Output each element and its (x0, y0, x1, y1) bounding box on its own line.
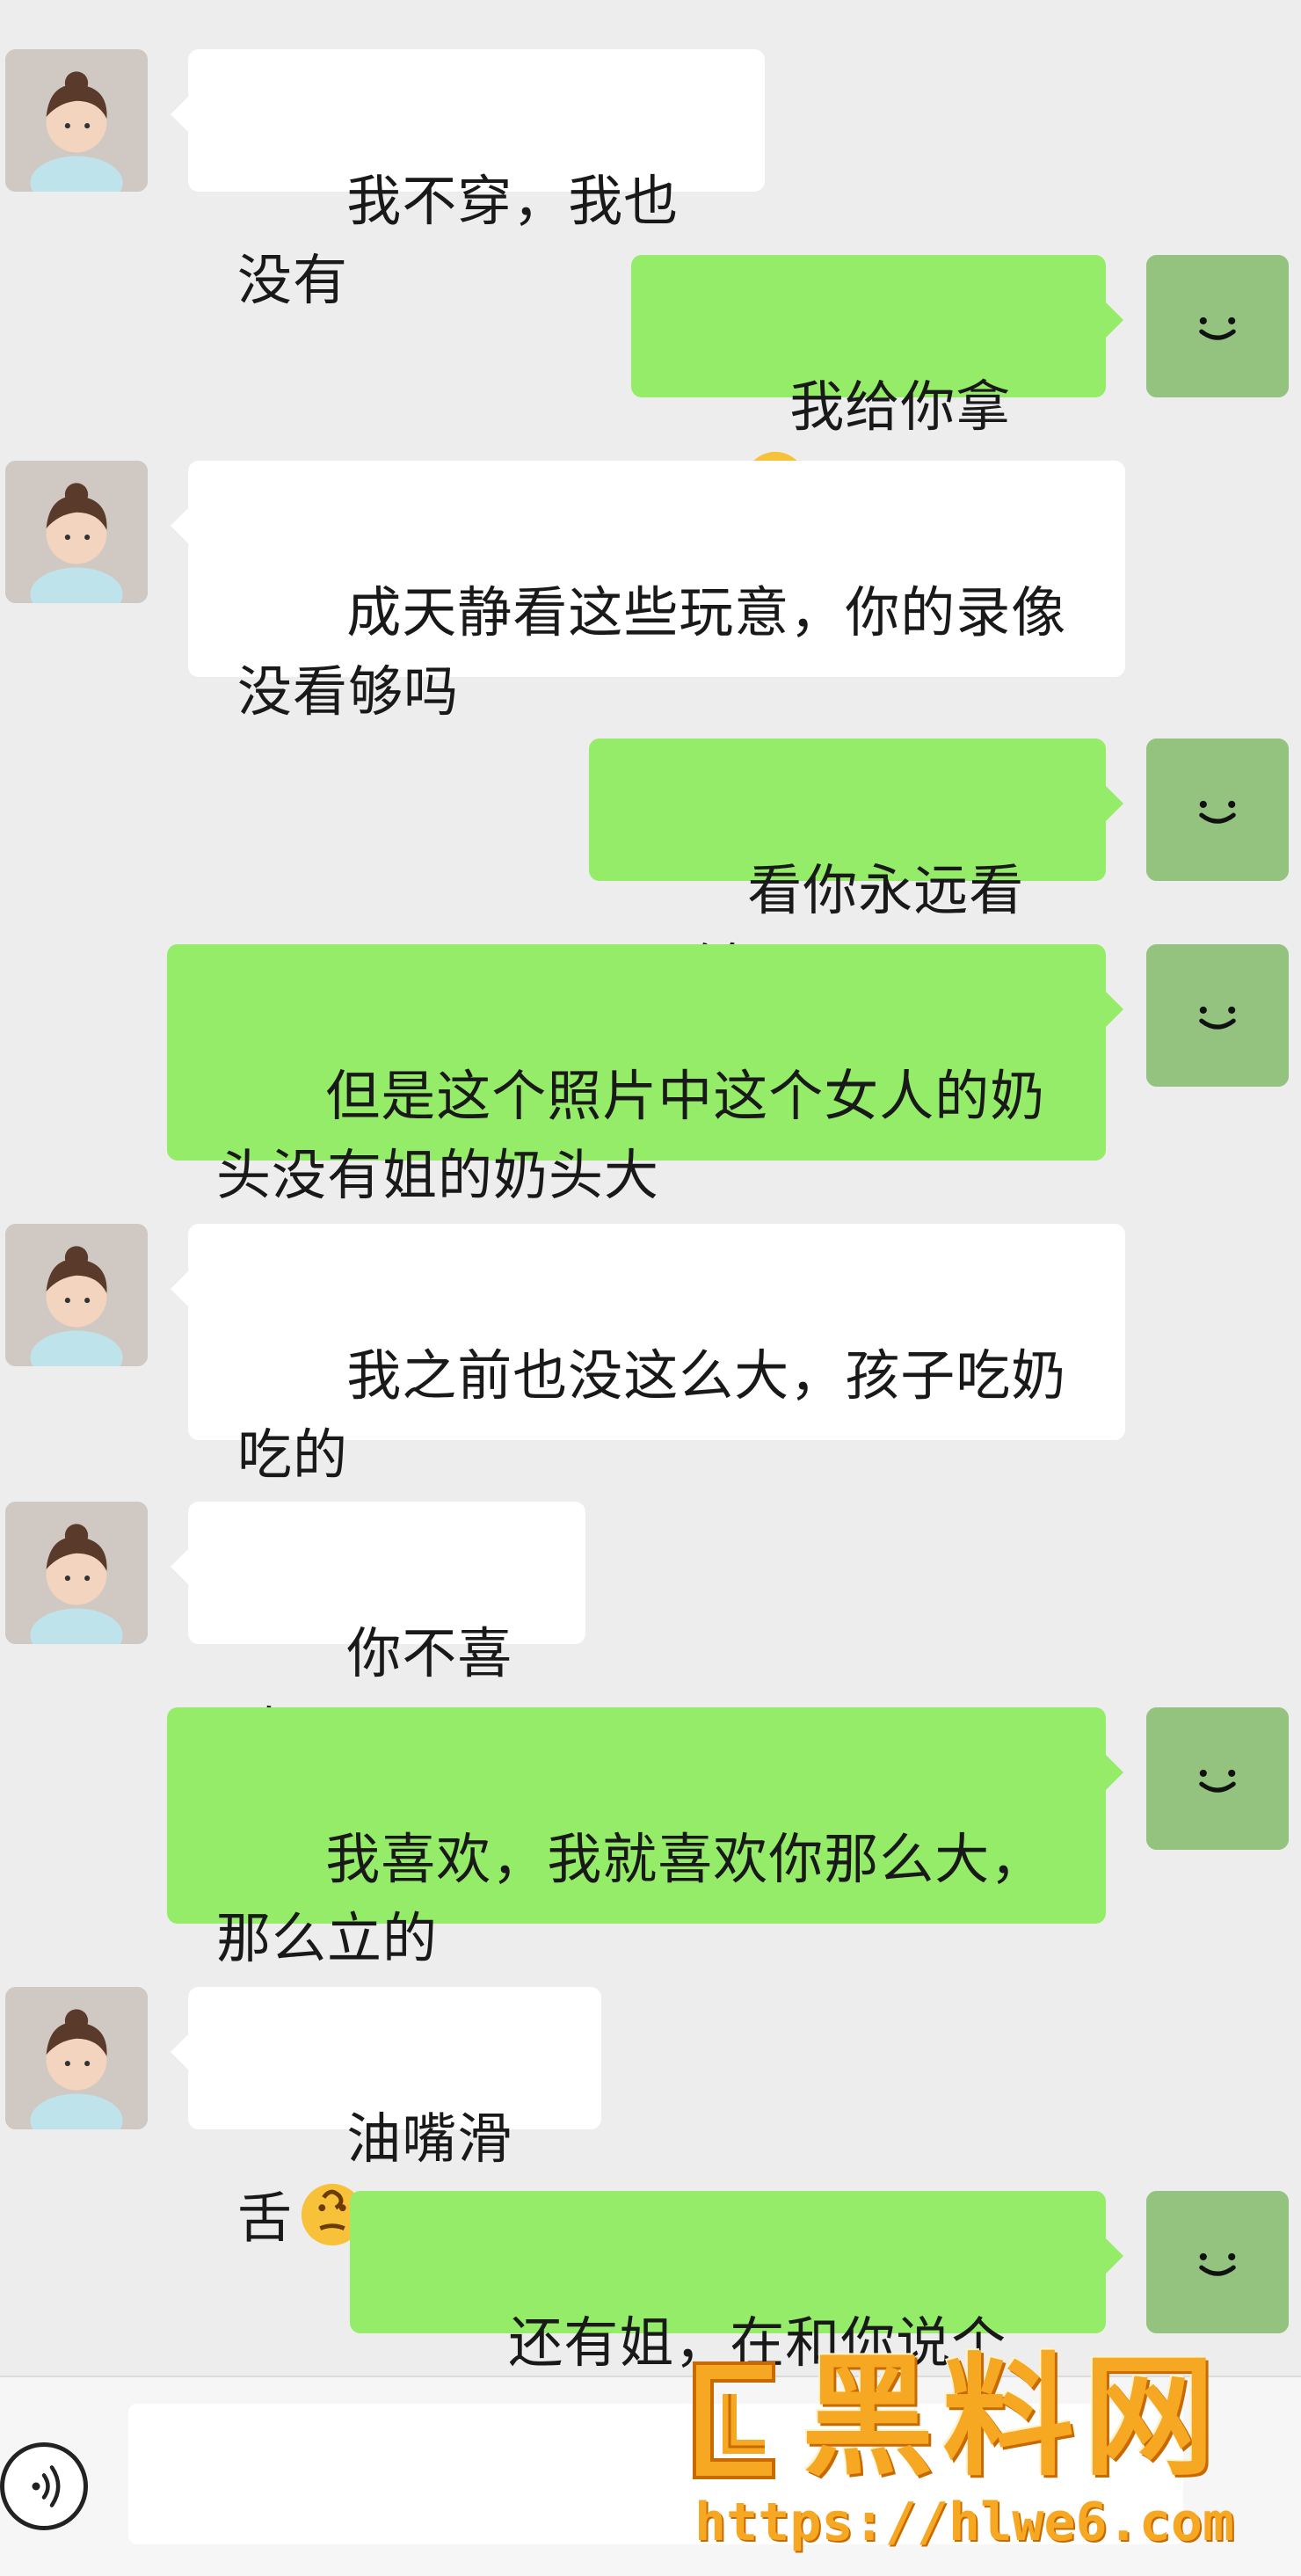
chat-message-list[interactable]: 我不穿，我也没有 我给你拿呀 (0, 0, 1301, 2454)
watermark-url: https://hlwe6.com (694, 2492, 1235, 2553)
cartoon-girl-avatar-icon (5, 1987, 148, 2129)
smile-face-avatar-icon (1146, 2191, 1289, 2333)
cartoon-girl-avatar-icon (5, 1224, 148, 1366)
message-bubble[interactable]: 我喜欢，我就喜欢你那么大，那么立的 (167, 1707, 1123, 1970)
avatar[interactable] (1146, 1707, 1289, 1850)
message-bubble[interactable]: 成天静看这些玩意，你的录像没看够吗 (171, 461, 1125, 724)
message-bubble[interactable]: 但是这个照片中这个女人的奶头没有姐的奶头大 (167, 944, 1123, 1207)
avatar[interactable] (1146, 2191, 1289, 2333)
voice-input-button[interactable] (0, 2442, 88, 2530)
message-text: 我不穿，我也没有 (237, 169, 680, 312)
avatar[interactable] (5, 1224, 148, 1366)
voice-wave-icon (32, 2465, 61, 2507)
avatar[interactable] (5, 1502, 148, 1644)
watermark: 黑料网 https://hlwe6.com (668, 2339, 1283, 2553)
avatar[interactable] (5, 1987, 148, 2129)
avatar[interactable] (1146, 944, 1289, 1087)
cartoon-girl-avatar-icon (5, 1502, 148, 1644)
watermark-logo-icon (693, 2361, 775, 2479)
message-text: 我之前也没这么大，孩子吃奶吃的 (237, 1343, 1067, 1487)
smile-face-avatar-icon (1146, 739, 1289, 881)
watermark-title: 黑料网 (802, 2341, 1225, 2494)
message-bubble[interactable]: 油嘴滑舌 (171, 1987, 601, 2250)
avatar[interactable] (1146, 255, 1289, 397)
avatar[interactable] (5, 49, 148, 192)
message-text: 我喜欢，我就喜欢你那么大，那么立的 (216, 1827, 1046, 1970)
cartoon-girl-avatar-icon (5, 461, 148, 603)
message-text: 成天静看这些玩意，你的录像没看够吗 (237, 580, 1067, 724)
message-bubble[interactable]: 看你永远看不够 (589, 739, 1123, 1001)
cartoon-girl-avatar-icon (5, 49, 148, 192)
avatar[interactable] (5, 461, 148, 603)
message-text: 但是这个照片中这个女人的奶头没有姐的奶头大 (216, 1064, 1046, 1207)
smile-face-avatar-icon (1146, 944, 1289, 1087)
avatar[interactable] (1146, 739, 1289, 881)
smile-face-avatar-icon (1146, 255, 1289, 397)
message-bubble[interactable]: 我给你拿呀 (631, 255, 1123, 518)
smile-face-avatar-icon (1146, 1707, 1289, 1850)
message-bubble[interactable]: 我之前也没这么大，孩子吃奶吃的 (171, 1224, 1125, 1487)
message-bubble[interactable]: 还有姐，在和你说个事呗 (350, 2191, 1123, 2454)
message-bubble[interactable]: 你不喜欢吗 (171, 1502, 585, 1765)
message-bubble[interactable]: 我不穿，我也没有 (171, 49, 765, 312)
